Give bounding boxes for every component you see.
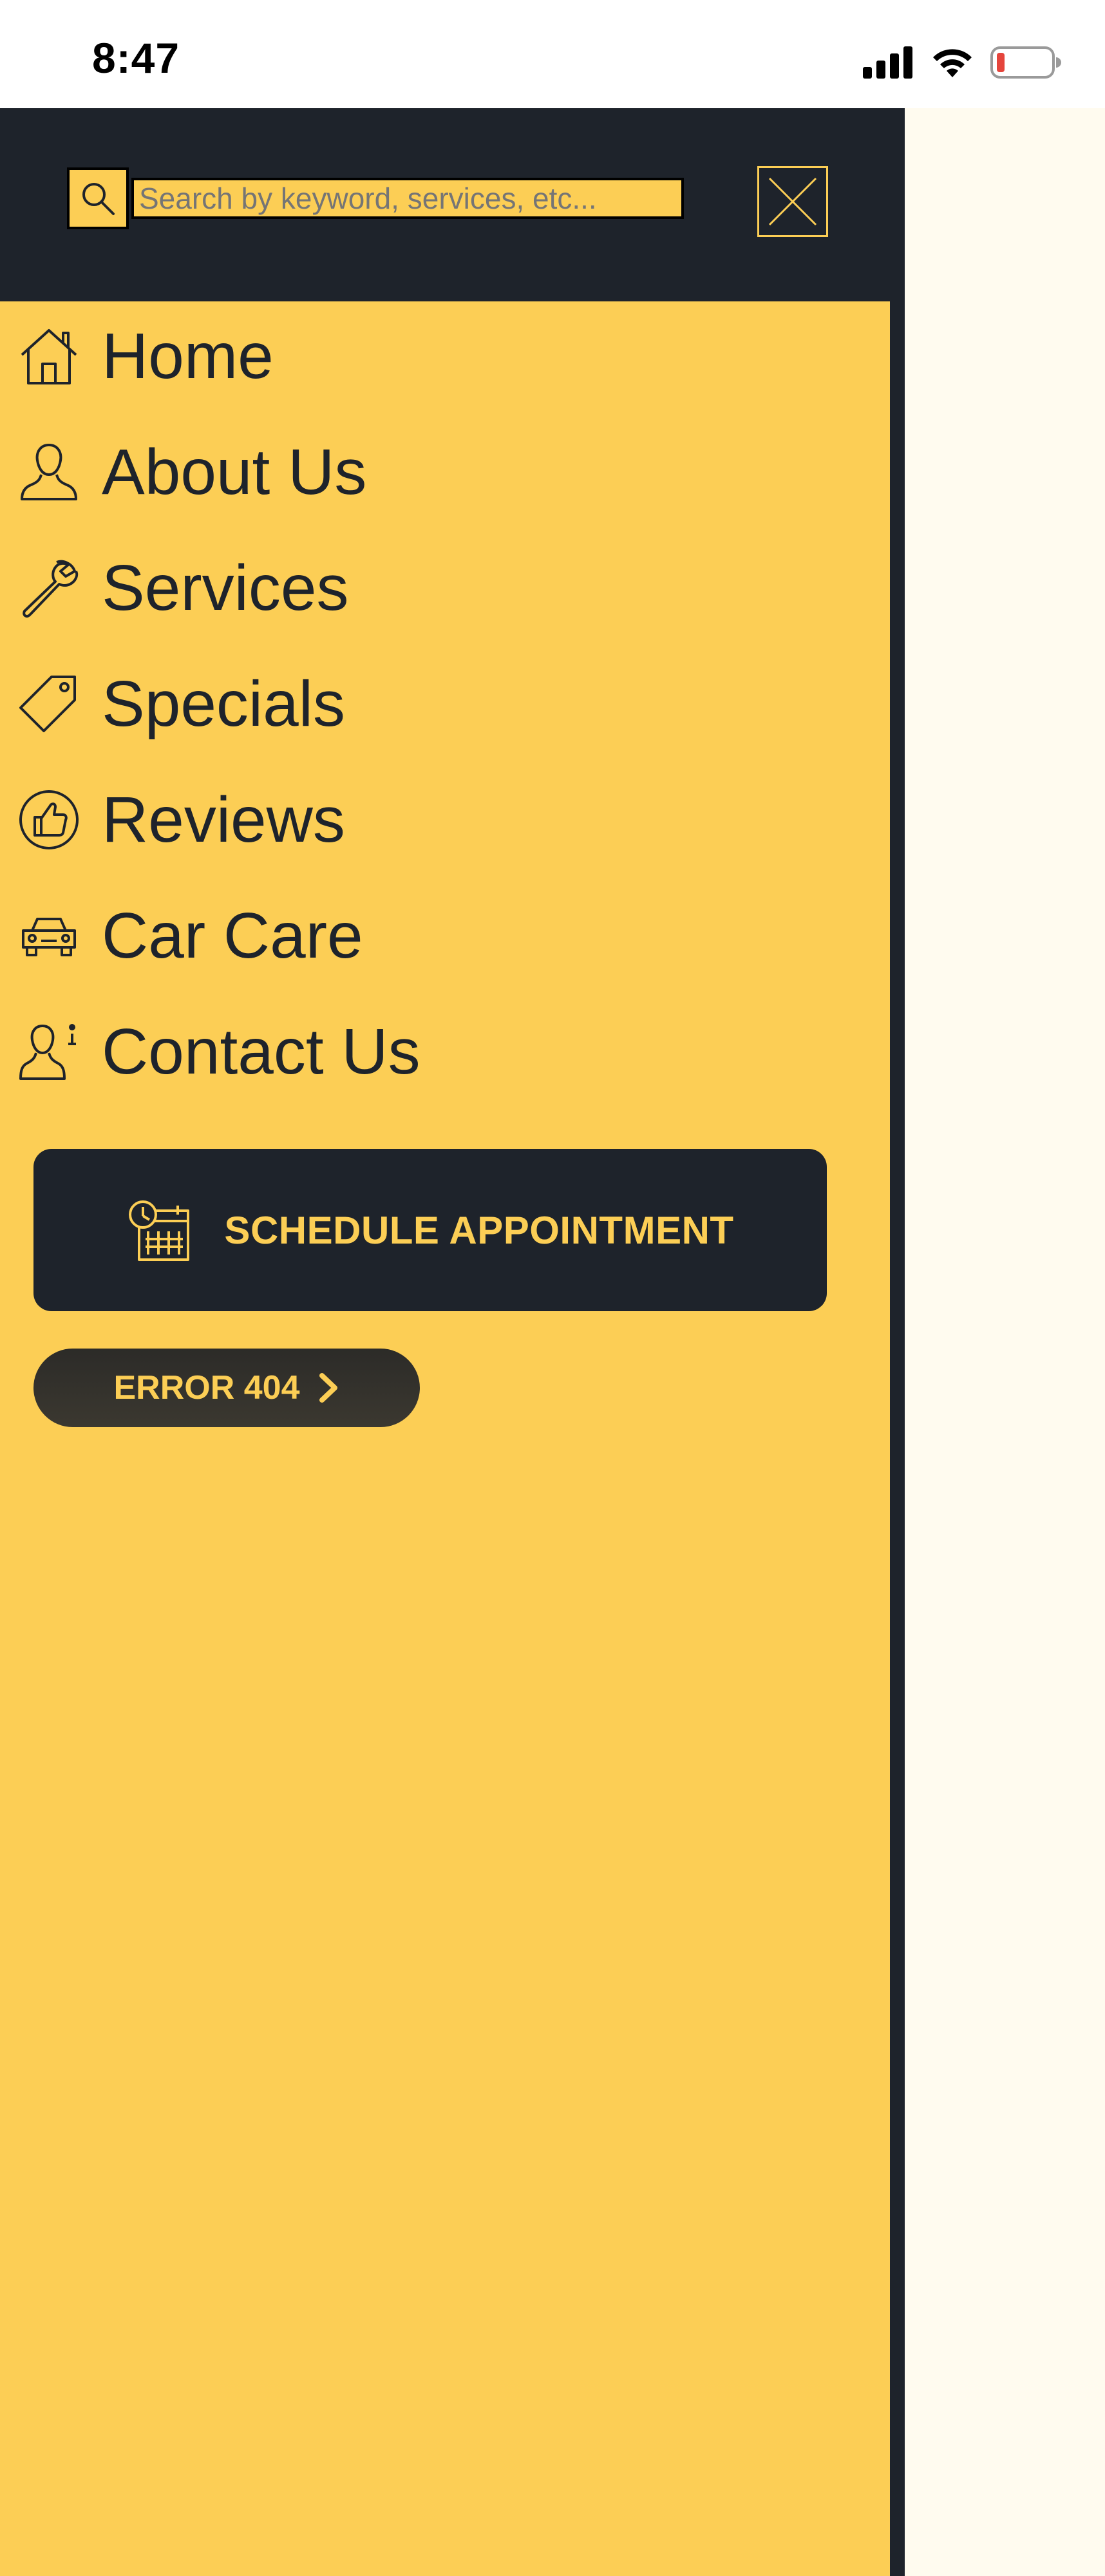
calendar-clock-icon: [129, 1200, 190, 1261]
nav-item-label: About Us: [102, 435, 367, 508]
drawer-body: Home About Us Services Specials Reviews …: [0, 301, 890, 2576]
nav-item-contact-us[interactable]: Contact Us: [0, 997, 580, 1106]
search-icon: [82, 183, 115, 215]
wrench-icon: [17, 556, 81, 620]
nav-item-label: Reviews: [102, 783, 345, 856]
schedule-appointment-button[interactable]: SCHEDULE APPOINTMENT: [33, 1149, 827, 1311]
nav-item-about-us[interactable]: About Us: [0, 417, 580, 527]
user-icon: [17, 440, 81, 504]
nav-item-label: Specials: [102, 667, 345, 740]
wifi-icon: [931, 46, 974, 79]
contact-info-icon: [17, 1019, 81, 1084]
nav-item-label: Car Care: [102, 899, 363, 972]
nav-item-reviews[interactable]: Reviews: [0, 765, 580, 875]
drawer-header: [0, 108, 905, 301]
error-404-button[interactable]: ERROR 404: [33, 1349, 420, 1427]
status-icons: [863, 40, 1061, 85]
status-time: 8:47: [92, 34, 180, 82]
status-bar: 8:47: [0, 0, 1105, 108]
nav-item-label: Home: [102, 319, 274, 392]
side-menu-drawer: Home About Us Services: [0, 108, 905, 2576]
home-icon: [17, 324, 81, 388]
nav-item-label: Services: [102, 551, 349, 624]
search-button[interactable]: [67, 167, 129, 229]
signal-icon: [863, 46, 914, 79]
search-input[interactable]: [131, 178, 684, 219]
car-icon: [17, 904, 81, 968]
thumbs-up-icon: [17, 788, 81, 852]
close-icon: [768, 177, 817, 226]
nav-item-home[interactable]: Home: [0, 301, 580, 411]
schedule-appointment-label: SCHEDULE APPOINTMENT: [224, 1208, 734, 1252]
nav-item-car-care[interactable]: Car Care: [0, 881, 580, 990]
nav-item-label: Contact Us: [102, 1015, 420, 1088]
chevron-right-icon: [319, 1373, 337, 1403]
battery-low-icon: [990, 46, 1061, 79]
error-404-label: ERROR 404: [113, 1369, 300, 1406]
close-menu-button[interactable]: [757, 166, 828, 237]
tag-icon: [17, 672, 81, 736]
nav-item-services[interactable]: Services: [0, 533, 580, 643]
nav-item-specials[interactable]: Specials: [0, 649, 580, 759]
